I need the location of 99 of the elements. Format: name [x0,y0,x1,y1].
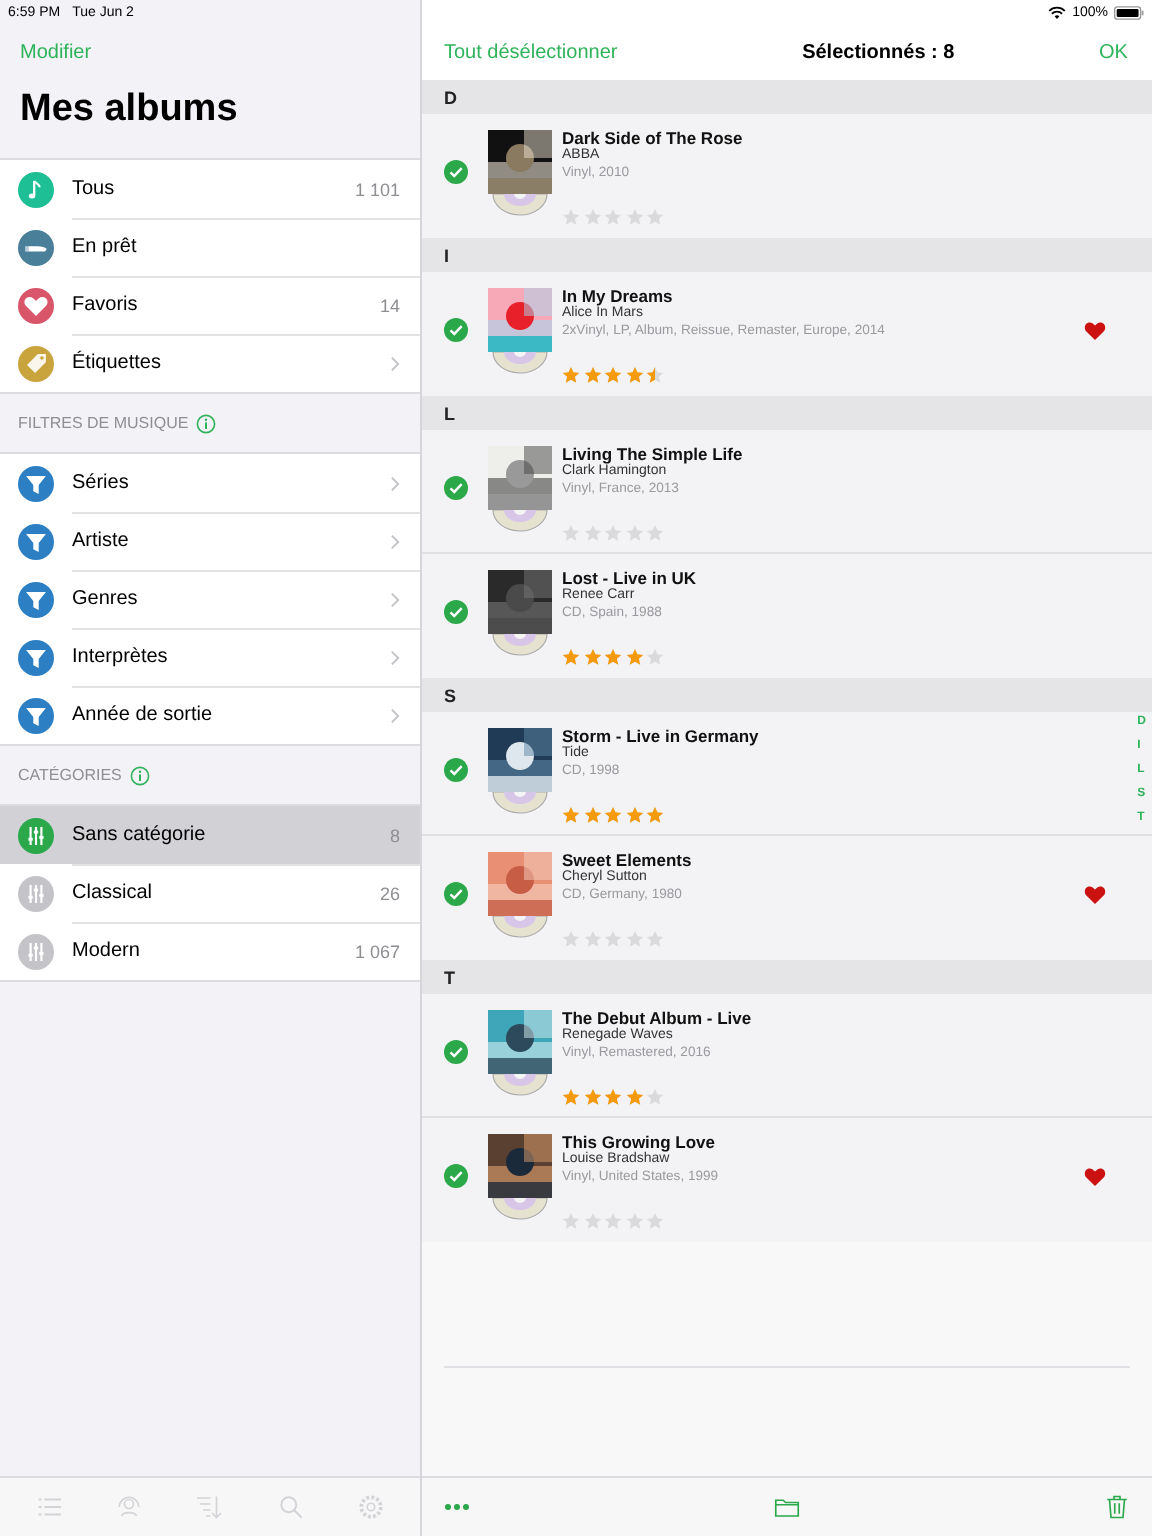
item-count: 1 067 [354,941,400,961]
star-icon [646,806,664,824]
star-icon [646,208,664,226]
album-title: Living The Simple Life [562,444,743,464]
section-header: L [422,396,1152,430]
check-icon[interactable] [444,1164,468,1188]
star-icon [583,366,601,384]
item-label: Étiquettes [72,352,163,374]
star-icon [625,1212,643,1230]
star-icon [604,366,622,384]
sidebar-item[interactable]: Étiquettes [0,334,420,392]
star-icon [583,524,601,542]
battery-icon [1114,5,1144,19]
check-icon[interactable] [444,758,468,782]
star-icon [604,208,622,226]
item-label: Sans catégorie [72,824,208,846]
item-label: Interprètes [72,646,170,668]
star-icon [625,806,643,824]
check-icon[interactable] [444,882,468,906]
check-icon[interactable] [444,318,468,342]
item-label: Modern [72,940,142,962]
item-count: 14 [379,295,400,315]
star-icon [604,1088,622,1106]
album-title: Dark Side of The Rose [562,128,743,148]
sidebar-item[interactable]: En prêt [0,218,420,276]
star-icon [583,1212,601,1230]
star-icon [583,930,601,948]
star-icon [562,806,580,824]
album-title: This Growing Love [562,1132,716,1152]
star-icon [562,1212,580,1230]
section-header: FILTRES DE MUSIQUE [18,414,189,432]
album-title: Storm - Live in Germany [562,726,759,746]
album-title: The Debut Album - Live [562,1008,752,1028]
star-icon [583,1088,601,1106]
star-icon [646,1212,664,1230]
item-label: Séries [72,472,131,494]
album-title: Sweet Elements [562,850,692,870]
check-icon[interactable] [444,476,468,500]
item-label: Classical [72,882,155,904]
star-icon [562,648,580,666]
wifi-icon [1048,5,1067,19]
star-icon [562,208,580,226]
sidebar-item[interactable]: Année de sortie [0,686,420,744]
star-icon [646,524,664,542]
check-icon[interactable] [444,1040,468,1064]
navigation-title: Sélectionnés : 8 [802,41,955,63]
star-icon [646,366,664,384]
star-icon [562,1088,580,1106]
item-label: Artiste [72,530,131,552]
item-label: Année de sortie [72,704,215,726]
sidebar-item[interactable]: Genres [0,570,420,628]
star-icon [625,208,643,226]
star-icon [604,930,622,948]
item-label: Genres [72,588,140,610]
item-label: En prêt [72,236,139,258]
star-icon [583,648,601,666]
star-icon [625,524,643,542]
item-count: 26 [379,883,400,903]
star-icon [583,806,601,824]
section-header: CATÉGORIES [18,766,122,784]
star-icon [646,648,664,666]
sidebar-item[interactable]: Artiste [0,512,420,570]
info-icon[interactable] [196,413,217,433]
star-icon [625,366,643,384]
item-label: Tous [72,178,117,200]
page-title: Mes albums [20,86,240,134]
star-icon [604,806,622,824]
star-icon [625,1088,643,1106]
star-icon [646,930,664,948]
star-icon [604,1212,622,1230]
section-header: D [422,80,1152,114]
section-header: I [422,238,1152,272]
star-icon [625,648,643,666]
star-icon [604,524,622,542]
star-icon [646,1088,664,1106]
section-header: T [422,960,1152,994]
sidebar-item[interactable]: Modern 1 067 [0,922,420,980]
star-icon [562,366,580,384]
sidebar-item[interactable]: Classical 26 [0,864,420,922]
item-count: 8 [389,825,400,845]
star-icon [583,208,601,226]
sidebar-item[interactable]: Tous 1 101 [0,160,420,218]
info-icon[interactable] [129,765,150,785]
star-icon [562,930,580,948]
trash-icon[interactable] [1102,1492,1132,1522]
sidebar-item[interactable]: Séries [0,454,420,512]
star-icon [625,930,643,948]
sidebar-item[interactable]: Sans catégorie 8 [0,806,420,864]
item-count: 1 101 [354,179,400,199]
album-title: Lost - Live in UK [562,568,697,588]
section-header: S [422,678,1152,712]
sidebar-item[interactable]: Interprètes [0,628,420,686]
check-icon[interactable] [444,160,468,184]
item-label: Favoris [72,294,140,316]
sidebar-item[interactable]: Favoris 14 [0,276,420,334]
check-icon[interactable] [444,600,468,624]
star-icon [604,648,622,666]
star-icon [562,524,580,542]
album-title: In My Dreams [562,286,673,306]
